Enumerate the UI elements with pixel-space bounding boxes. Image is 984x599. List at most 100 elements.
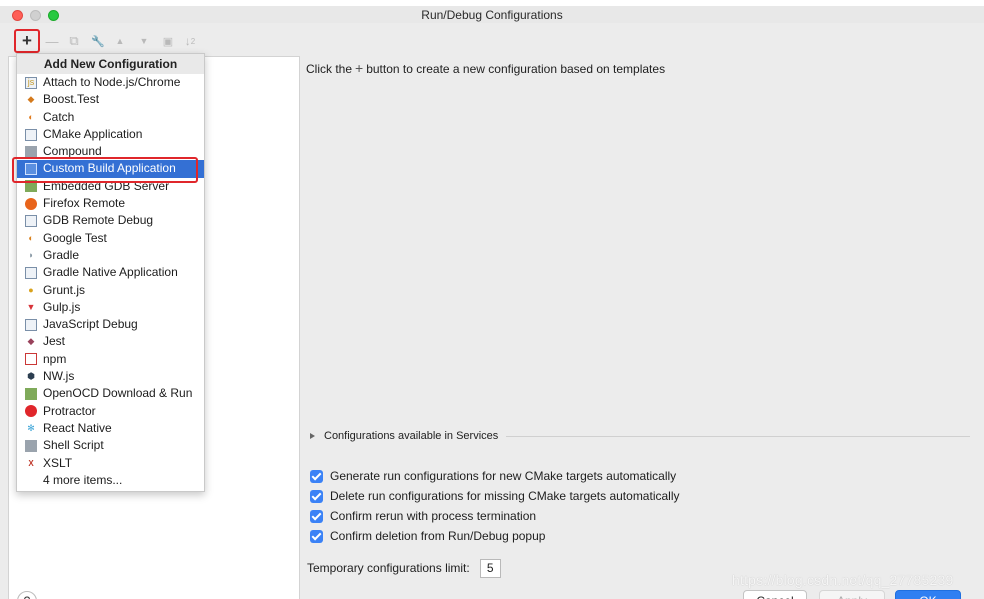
checkbox-checked-icon [310, 529, 323, 543]
menu-item-boost-test[interactable]: ◆ Boost.Test [17, 91, 204, 108]
menu-item-label: Shell Script [43, 438, 104, 453]
hint-before: Click the [306, 62, 353, 76]
gulp-icon: ▼ [26, 301, 36, 312]
configuration-details-panel: Click the + button to create a new configu… [300, 56, 984, 599]
catch-icon: ◐ [28, 111, 34, 122]
menu-item-label: React Native [43, 420, 112, 435]
menu-item-firefox-remote[interactable]: Firefox Remote [17, 195, 204, 212]
apply-button[interactable]: Apply [819, 590, 885, 599]
npm-icon [25, 353, 37, 366]
checkbox-checked-icon [310, 489, 323, 503]
jest-icon: ◆ [27, 336, 35, 347]
menu-item-label: CMake Application [43, 126, 143, 141]
menu-item-label: Grunt.js [43, 282, 86, 297]
grunt-icon: ● [28, 284, 34, 295]
menu-item-label: Gradle [43, 247, 80, 262]
menu-item-label: Boost.Test [43, 92, 100, 107]
nwjs-icon: ⬢ [27, 371, 35, 382]
menu-item-label: Attach to Node.js/Chrome [43, 75, 181, 89]
nodejs-attach-icon: js [25, 76, 37, 89]
empty-state-hint: Click the + button to create a new configu… [306, 60, 665, 76]
checkbox-checked-icon [310, 469, 323, 483]
create-folder-icon[interactable]: ▣ [160, 32, 176, 50]
xslt-icon: X [28, 458, 34, 468]
add-configuration-button[interactable]: + [14, 29, 40, 53]
ok-button[interactable]: OK [895, 590, 961, 599]
expand-triangle-icon [310, 433, 315, 439]
menu-item-nwjs[interactable]: ⬢ NW.js [17, 368, 204, 385]
edit-defaults-icon[interactable]: 🔧 [90, 32, 106, 50]
menu-item-label: npm [43, 351, 67, 366]
hint-plus-icon: + [355, 60, 364, 76]
temporary-limit-label: Temporary configurations limit: [307, 561, 470, 575]
gradle-icon: ◗ [28, 249, 34, 260]
popup-header: Add New Configuration [17, 54, 204, 74]
checkbox-label: Confirm rerun with process termination [330, 509, 537, 523]
gdb-remote-icon [25, 215, 37, 228]
menu-item-more[interactable]: 4 more items... [17, 472, 204, 489]
sort-configurations-icon[interactable]: ↓ 2 [182, 32, 198, 50]
menu-item-cmake-application[interactable]: CMake Application [17, 126, 204, 143]
menu-item-npm[interactable]: npm [17, 351, 204, 368]
gradle-native-icon [25, 266, 37, 279]
window-title: Run/Debug Configurations [421, 8, 563, 22]
menu-item-label: Firefox Remote [43, 196, 126, 211]
delete-cmake-configs-checkbox[interactable]: Delete run configurations for missing CM… [310, 488, 680, 504]
remove-configuration-icon[interactable]: — [44, 32, 60, 50]
menu-item-label: Google Test [43, 230, 107, 245]
menu-item-label: Gradle Native Application [43, 265, 178, 280]
config-toolbar: + — ⧉ 🔧 ▲ ▼ ▣ ↓ 2 [0, 28, 300, 54]
move-up-icon[interactable]: ▲ [112, 32, 128, 50]
menu-item-label: Jest [43, 334, 66, 349]
menu-item-label: JavaScript Debug [43, 317, 138, 332]
confirm-deletion-checkbox[interactable]: Confirm deletion from Run/Debug popup [310, 528, 545, 544]
selection-highlight-annotation [12, 157, 198, 183]
menu-item-gruntjs[interactable]: ● Grunt.js [17, 282, 204, 299]
firefox-icon [25, 197, 37, 210]
cmake-app-icon [25, 128, 37, 141]
google-test-icon: ◐ [28, 232, 34, 243]
menu-item-react-native[interactable]: ✻ React Native [17, 420, 204, 437]
react-native-icon: ✻ [27, 422, 35, 433]
boost-test-icon: ◆ [27, 94, 35, 105]
move-down-icon[interactable]: ▼ [136, 32, 152, 50]
temporary-limit-row: Temporary configurations limit: 5 [307, 558, 501, 578]
menu-item-label: OpenOCD Download & Run [43, 386, 193, 401]
menu-item-attach-nodejs[interactable]: js Attach to Node.js/Chrome [17, 74, 204, 91]
menu-item-label: Gulp.js [43, 299, 81, 314]
title-bar: Run/Debug Configurations [0, 6, 984, 23]
openocd-icon [25, 387, 37, 400]
cancel-button[interactable]: Cancel [743, 590, 807, 599]
sort-sub-glyph: 2 [190, 36, 196, 46]
protractor-icon [25, 405, 37, 418]
services-section-toggle[interactable]: Configurations available in Services [310, 429, 970, 443]
confirm-rerun-checkbox[interactable]: Confirm rerun with process termination [310, 508, 536, 524]
temporary-limit-input[interactable]: 5 [479, 558, 501, 578]
menu-item-label: Catch [43, 109, 75, 124]
menu-item-catch[interactable]: ◐ Catch [17, 109, 204, 126]
run-debug-configurations-window: Run/Debug Configurations + — ⧉ 🔧 ▲ ▼ ▣ ↓… [0, 0, 984, 599]
menu-item-gulpjs[interactable]: ▼ Gulp.js [17, 299, 204, 316]
services-divider [506, 435, 970, 437]
watermark: https://blog.csdn.net/qq_27785239 [732, 572, 954, 588]
checkbox-label: Confirm deletion from Run/Debug popup [330, 529, 546, 543]
menu-item-jest[interactable]: ◆ Jest [17, 333, 204, 350]
add-new-configuration-popup: Add New Configuration js Attach to Node.j… [16, 53, 205, 492]
menu-item-openocd[interactable]: OpenOCD Download & Run [17, 385, 204, 402]
menu-item-gdb-remote-debug[interactable]: GDB Remote Debug [17, 212, 204, 229]
copy-configuration-icon[interactable]: ⧉ [66, 32, 82, 50]
menu-item-google-test[interactable]: ◐ Google Test [17, 230, 204, 247]
menu-item-label: Protractor [43, 403, 96, 418]
menu-item-label: NW.js [43, 369, 75, 384]
menu-item-protractor[interactable]: Protractor [17, 403, 204, 420]
menu-item-gradle[interactable]: ◗ Gradle [17, 247, 204, 264]
shell-script-icon [25, 439, 37, 452]
menu-item-gradle-native-application[interactable]: Gradle Native Application [17, 264, 204, 281]
menu-item-xslt[interactable]: X XSLT [17, 455, 204, 472]
menu-item-label: GDB Remote Debug [43, 213, 154, 228]
services-label: Configurations available in Services [324, 430, 499, 442]
generate-cmake-configs-checkbox[interactable]: Generate run configurations for new CMak… [310, 468, 676, 484]
menu-item-javascript-debug[interactable]: JavaScript Debug [17, 316, 204, 333]
menu-item-shell-script[interactable]: Shell Script [17, 437, 204, 454]
checkbox-label: Generate run configurations for new CMak… [330, 469, 677, 483]
